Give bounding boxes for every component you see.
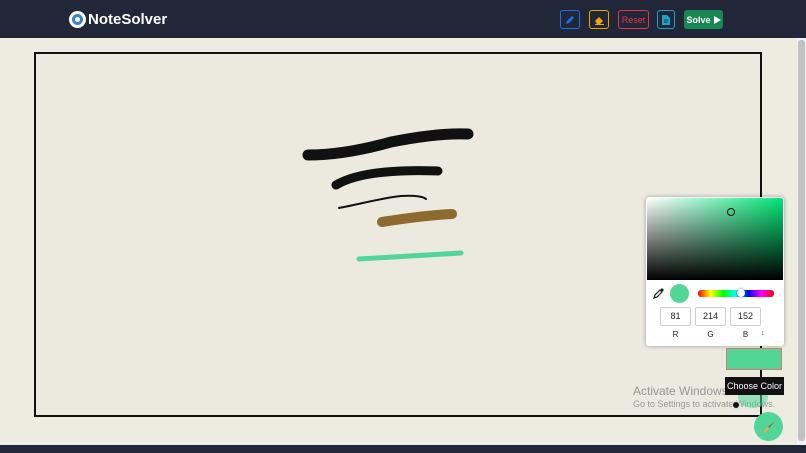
stroke-green [356, 250, 464, 262]
solve-label: Solve [686, 14, 711, 25]
eraser-icon [594, 16, 604, 25]
green-label: G [707, 330, 714, 339]
brand[interactable]: NoteSolver [69, 9, 167, 29]
footer-bar [0, 445, 806, 453]
choose-color-tooltip: Choose Color [725, 377, 785, 395]
save-file-button[interactable] [657, 10, 675, 29]
hue-handle[interactable] [737, 289, 745, 297]
notesolver-logo-icon [69, 10, 86, 28]
saturation-area[interactable] [647, 198, 783, 280]
color-input[interactable] [726, 348, 782, 370]
eyedropper-icon[interactable] [653, 287, 665, 299]
blue-input[interactable]: 152 [730, 307, 761, 326]
blue-label: B [742, 330, 749, 339]
color-mode-toggle[interactable]: ↕ [761, 330, 765, 337]
current-color-swatch [670, 284, 689, 303]
stroke-black-1 [302, 128, 474, 161]
stroke-size-dot[interactable] [732, 401, 740, 409]
saturation-handle[interactable] [727, 208, 735, 216]
app-title: NoteSolver [88, 10, 168, 28]
red-label: R [672, 330, 679, 339]
green-input[interactable]: 214 [695, 307, 726, 326]
paintbrush-icon [762, 420, 775, 433]
navbar: NoteSolver Reset Solve [0, 0, 806, 38]
red-input[interactable]: 81 [660, 307, 691, 326]
scrollbar-thumb[interactable] [798, 40, 805, 441]
pencil-button[interactable] [560, 10, 580, 29]
pencil-icon [566, 15, 574, 24]
stroke-brown [377, 209, 457, 227]
stroke-black-2 [331, 166, 443, 190]
stroke-black-thin [338, 194, 427, 209]
file-icon [662, 14, 670, 25]
play-icon [713, 15, 721, 24]
eraser-button[interactable] [589, 10, 609, 29]
solve-button[interactable]: Solve [684, 10, 723, 29]
activation-watermark-title: Activate Windows [633, 384, 728, 398]
scrollbar[interactable] [797, 38, 806, 445]
hue-slider[interactable] [698, 289, 774, 297]
reset-button[interactable]: Reset [618, 10, 649, 29]
color-picker-popup: 81 214 152 R G B ↕ [646, 197, 784, 346]
brush-button[interactable] [754, 412, 783, 441]
